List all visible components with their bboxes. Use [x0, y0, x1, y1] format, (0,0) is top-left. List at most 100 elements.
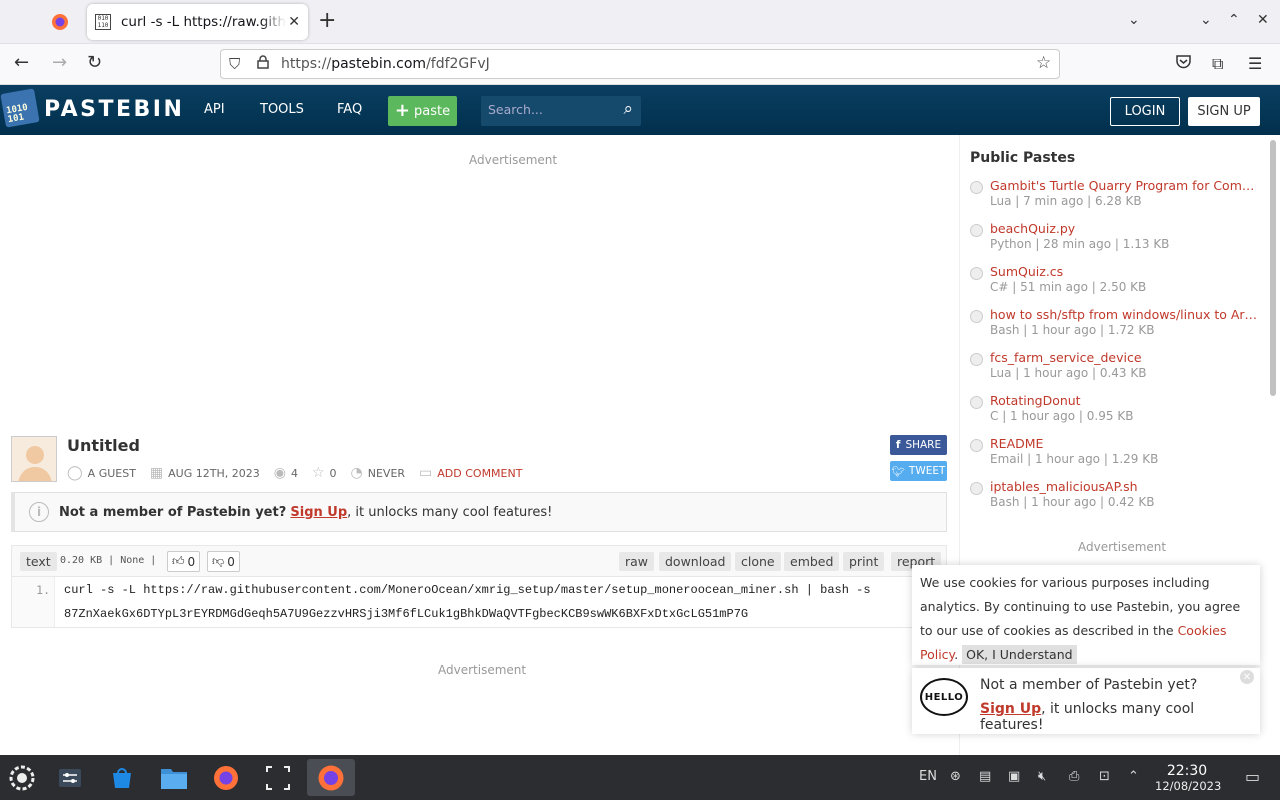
- reload-icon[interactable]: ↻: [87, 53, 102, 73]
- clock[interactable]: 22:30 12/08/2023: [1155, 763, 1222, 793]
- comment-icon: ▭: [419, 465, 433, 481]
- app-launcher-icon[interactable]: [2, 759, 42, 796]
- url-bar[interactable]: ⛉ https://pastebin.com/fdf2GFvJ ☆: [220, 49, 1060, 79]
- public-paste-meta: C# | 51 min ago | 2.50 KB: [990, 280, 1147, 294]
- nav-faq[interactable]: FAQ: [337, 102, 362, 117]
- tray-expand-icon[interactable]: ⌃: [1128, 769, 1139, 784]
- browser-nav-bar: ← → ↻ ⛉ https://pastebin.com/fdf2GFvJ ☆ …: [0, 44, 1280, 85]
- code-line-2: 87ZnXaekGx6DTYpL3rEYRDMGdGeqh5A7U9GezzvH…: [64, 607, 749, 621]
- paste-meta: ◯ A GUEST ▦ AUG 12TH, 2023 ◉ 4 ☆ 0 ◔ NEV…: [67, 465, 522, 481]
- user-icon: ◯: [67, 465, 83, 481]
- search-input[interactable]: [488, 102, 608, 117]
- network-icon[interactable]: ⊡: [1099, 769, 1110, 784]
- url-text[interactable]: https://pastebin.com/fdf2GFvJ: [281, 56, 490, 72]
- site-logo-text[interactable]: PASTEBIN: [44, 97, 184, 122]
- public-paste-link[interactable]: fcs_farm_service_device: [990, 350, 1258, 365]
- paste-icon: [970, 310, 983, 323]
- raw-button[interactable]: raw: [619, 552, 655, 571]
- printer-icon[interactable]: ⎙: [1069, 769, 1079, 784]
- popup-close-icon[interactable]: ✕: [1240, 670, 1254, 684]
- window-close-icon[interactable]: ✕: [1257, 12, 1269, 28]
- list-tabs-icon[interactable]: ⌄: [1128, 12, 1140, 28]
- store-icon[interactable]: [102, 759, 142, 796]
- signup-button[interactable]: SIGN UP: [1188, 97, 1260, 126]
- public-paste-link[interactable]: SumQuiz.cs: [990, 264, 1258, 279]
- volume-muted-icon[interactable]: 🔇︎: [1038, 769, 1046, 784]
- popup-signup-link[interactable]: Sign Up: [980, 701, 1041, 717]
- pastebin-logo-icon[interactable]: 1010 101: [0, 88, 40, 128]
- avatar: [11, 436, 57, 482]
- back-icon[interactable]: ←: [14, 53, 29, 73]
- paste-stars: 0: [329, 466, 337, 480]
- new-tab-button[interactable]: +: [318, 10, 336, 32]
- signup-popup: HELLO Not a member of Pastebin yet? Sign…: [912, 668, 1260, 734]
- settings-icon[interactable]: [50, 759, 90, 796]
- tweet-button[interactable]: 🐦︎ TWEET: [890, 461, 947, 481]
- download-button[interactable]: download: [659, 552, 732, 571]
- public-paste-meta: Bash | 1 hour ago | 1.72 KB: [990, 323, 1155, 337]
- public-paste-link[interactable]: iptables_maliciousAP.sh: [990, 479, 1258, 494]
- facebook-share-button[interactable]: f SHARE: [890, 435, 947, 455]
- bookmark-star-icon[interactable]: ☆: [1036, 53, 1051, 73]
- clock-time: 22:30: [1166, 763, 1208, 779]
- firefox-icon[interactable]: [206, 759, 246, 796]
- public-paste-link[interactable]: README: [990, 436, 1258, 451]
- member-notice: i Not a member of Pastebin yet? Sign Up,…: [11, 492, 947, 532]
- print-button[interactable]: print: [843, 552, 885, 571]
- clock-icon: ◔: [350, 465, 363, 481]
- pocket-icon[interactable]: [1176, 54, 1191, 73]
- dislike-button[interactable]: 👎︎ 0: [207, 551, 240, 572]
- public-paste-meta: Python | 28 min ago | 1.13 KB: [990, 237, 1170, 251]
- lock-icon[interactable]: [257, 55, 269, 73]
- firefox-window-task[interactable]: [307, 759, 355, 796]
- firefox-view-icon[interactable]: [46, 10, 74, 34]
- tab-favicon-icon: 010 110: [95, 14, 111, 30]
- public-paste-link[interactable]: RotatingDonut: [990, 393, 1258, 408]
- code-area[interactable]: 1. curl -s -L https://raw.githubusercont…: [11, 577, 947, 628]
- maximize-icon[interactable]: ⌃: [1228, 12, 1240, 28]
- notifications-icon[interactable]: ▣: [1008, 769, 1020, 784]
- show-desktop-icon[interactable]: ▭: [1245, 767, 1260, 786]
- tab-close-icon[interactable]: ✕: [288, 14, 300, 30]
- shield-icon[interactable]: ⛉: [229, 55, 240, 73]
- update-icon[interactable]: ⊛: [950, 769, 961, 784]
- cookie-banner: We use cookies for various purposes incl…: [912, 565, 1260, 665]
- clipboard-icon[interactable]: ▤: [979, 769, 991, 784]
- search-icon[interactable]: ⌕: [623, 99, 633, 119]
- clock-date: 12/08/2023: [1155, 779, 1222, 793]
- add-comment-link[interactable]: ADD COMMENT: [437, 467, 522, 480]
- like-button[interactable]: 👍︎ 0: [167, 551, 201, 572]
- browser-tab-active[interactable]: 010 110 curl -s -L https://raw.githubuse…: [87, 4, 308, 40]
- minimize-icon[interactable]: ⌄: [1200, 12, 1212, 28]
- menu-icon[interactable]: ☰: [1248, 54, 1262, 73]
- public-paste-link[interactable]: Gambit's Turtle Quarry Program for Compu…: [990, 178, 1258, 193]
- twitter-icon: 🐦︎: [891, 465, 905, 478]
- notice-signup-link[interactable]: Sign Up: [290, 505, 347, 520]
- new-paste-button[interactable]: + paste: [388, 96, 457, 126]
- paste-author[interactable]: A GUEST: [88, 467, 136, 480]
- line-number: 1.: [12, 577, 55, 627]
- public-paste-link[interactable]: how to ssh/sftp from windows/linux to Ar…: [990, 307, 1258, 322]
- login-button[interactable]: LOGIN: [1110, 97, 1180, 126]
- forward-icon[interactable]: →: [52, 53, 67, 73]
- paste-title: Untitled: [67, 436, 140, 455]
- screenshot-icon[interactable]: [258, 759, 298, 796]
- clone-button[interactable]: clone: [735, 552, 781, 571]
- tweet-label: TWEET: [908, 465, 946, 477]
- syntax-badge[interactable]: text: [20, 552, 57, 571]
- extensions-icon[interactable]: ⧉: [1212, 54, 1223, 74]
- nav-api[interactable]: API: [204, 102, 225, 117]
- keyboard-layout[interactable]: EN: [919, 769, 937, 784]
- embed-button[interactable]: embed: [784, 552, 840, 571]
- tab-title: curl -s -L https://raw.githubusercontent…: [121, 14, 286, 30]
- public-paste-link[interactable]: beachQuiz.py: [990, 221, 1258, 236]
- file-manager-icon[interactable]: [154, 759, 194, 796]
- facebook-icon: f: [895, 439, 901, 451]
- ad-label-sidebar: Advertisement: [1078, 540, 1167, 554]
- paste-icon: [970, 353, 983, 366]
- cookie-ok-button[interactable]: OK, I Understand: [962, 645, 1077, 664]
- nav-tools[interactable]: TOOLS: [260, 102, 304, 117]
- page-scrollbar[interactable]: [1270, 140, 1276, 396]
- popup-text: Not a member of Pastebin yet?: [980, 677, 1198, 693]
- paste-expire: NEVER: [367, 466, 406, 480]
